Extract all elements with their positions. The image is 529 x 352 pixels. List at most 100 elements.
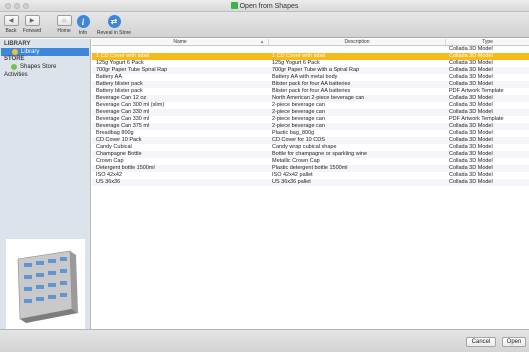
open-button[interactable]: Open (502, 337, 526, 347)
column-header-type[interactable]: Type (445, 39, 529, 45)
row-name-cell: Battery AA (96, 74, 122, 80)
row-type-cell: Collada 3D Model (449, 179, 493, 185)
table-row[interactable]: 125g Yogurt 6 Pack 125g Yogurt 6 Pack Coll… (92, 60, 529, 67)
sidebar-item-library[interactable]: Library (1, 48, 89, 56)
row-type-cell: Collada 3D Model (449, 95, 493, 101)
home-button[interactable]: ⌂ Home (55, 15, 73, 34)
row-description-cell: North American 2-piece beverage can (272, 95, 365, 101)
row-name-cell: Beverage Can 375 ml (96, 123, 150, 129)
table-row[interactable]: Candy Cubical Candy wrap cubical shape Col… (92, 144, 529, 151)
back-button[interactable]: ◀ Back (3, 15, 19, 34)
cancel-button[interactable]: Cancel (466, 337, 496, 347)
row-name-cell: Crown Cap (96, 158, 124, 164)
row-type-cell: Collada 3D Model (449, 130, 493, 136)
info-button[interactable]: i Info (76, 15, 90, 36)
forward-button[interactable]: ▶ Forward (21, 15, 43, 34)
table-row[interactable]: 700gr Paper Tube Spiral Rap 700gr Paper T… (92, 67, 529, 74)
row-type-cell: Collada 3D Model (449, 144, 493, 150)
shapes-app-icon (230, 2, 238, 9)
row-description-cell: ISO 42x42 pallet (272, 172, 313, 178)
table-row[interactable]: Breadbag 800g Plastic bag_800g Collada 3D … (92, 130, 529, 137)
row-type-cell: Collada 3D Model (449, 165, 493, 171)
row-description-cell: US 36x36 pallet (272, 179, 311, 185)
store-section-header: STORE (4, 56, 25, 62)
row-name-cell: 125g Yogurt 6 Pack (96, 60, 144, 66)
table-row[interactable]: ISO 42x42 ISO 42x42 pallet Collada 3D Mode… (92, 172, 529, 179)
row-description-cell: Blister pack for four AA batteries (272, 88, 351, 94)
library-section-header: LIBRARY (4, 41, 31, 47)
row-name-cell: Beverage Can 12 oz (96, 95, 147, 101)
row-name-cell: US 36x36 (96, 179, 121, 185)
row-description-cell: Plastic bag_800g (272, 130, 315, 136)
row-description-cell (268, 46, 445, 53)
row-name-cell: Detergent bottle 1500ml (96, 165, 155, 171)
table-row[interactable]: Collada 3D Model (92, 46, 529, 53)
sidebar: LIBRARY Library STORE Shapes Store Activ… (0, 39, 91, 331)
table-row[interactable]: Beverage Can 330 ml 2-piece beverage can C… (92, 109, 529, 116)
row-description-cell: 2-piece beverage can (272, 102, 325, 108)
info-icon: i (76, 15, 90, 28)
row-name-cell: Beverage Can 330 ml (96, 116, 150, 122)
column-header-name[interactable]: Name ▲ (92, 39, 268, 45)
row-description-cell: Blister pack for four AA batteries (272, 81, 351, 87)
row-type-cell: Collada 3D Model (449, 53, 493, 59)
table-row[interactable]: Beverage Can 12 oz North American 2-piece… (92, 95, 529, 102)
row-type-cell: PDF Artwork Template (449, 116, 504, 122)
row-type-cell: Collada 3D Model (449, 109, 493, 115)
row-type-cell: Collada 3D Model (449, 137, 493, 143)
row-type-cell: PDF Artwork Template (449, 88, 504, 94)
row-name-cell: Beverage Can 300 ml (slim) (96, 102, 165, 108)
table-row[interactable]: Battery AA Battery AA with metal body Coll… (92, 74, 529, 81)
sidebar-item-activities[interactable]: Activities (0, 71, 90, 79)
table-row[interactable]: Detergent bottle 1500ml Plastic detergent… (92, 165, 529, 172)
table-row[interactable]: Beverage Can 330 ml 2-piece beverage can P… (92, 116, 529, 123)
table-row[interactable]: Battery blister pack Blister pack for fou… (92, 81, 529, 88)
table-row[interactable]: Battery blister pack Blister pack for fou… (92, 88, 529, 95)
sidebar-item-shapes-store[interactable]: Shapes Store (0, 63, 90, 71)
row-description-cell: Battery AA with metal body (272, 74, 338, 80)
table-body: Collada 3D Model 1 CD Cover with label 1 C… (92, 46, 529, 186)
row-name-cell: Beverage Can 330 ml (96, 109, 150, 115)
row-name-cell: Breadbag 800g (96, 130, 134, 136)
sort-ascending-icon: ▲ (260, 39, 264, 44)
row-description-cell: Bottle for champagne or sparkling wine (272, 151, 368, 157)
row-description-cell: 700gr Paper Tube with a Spiral Rap (272, 67, 360, 73)
row-description-cell: 2-piece beverage can (272, 116, 325, 122)
forward-arrow-icon: ▶ (24, 15, 40, 26)
home-icon: ⌂ (56, 15, 72, 26)
row-description-cell: CD Cover for 10 CDS (272, 137, 325, 143)
table-row[interactable]: Beverage Can 375 ml 2-piece beverage can C… (92, 123, 529, 130)
reveal-in-store-button[interactable]: ⇄ Reveal in Store (94, 15, 134, 36)
bottom-bar: Cancel Open (0, 329, 529, 352)
table-row[interactable]: Beverage Can 300 ml (slim) 2-piece bevera… (92, 102, 529, 109)
sync-arrows-icon: ⇄ (107, 15, 121, 28)
table-row[interactable]: US 36x36 US 36x36 pallet Collada 3D Model (92, 179, 529, 186)
row-description-cell: Metallic Crown Cap (272, 158, 320, 164)
row-description-cell: Plastic detergent bottle 1500ml (272, 165, 348, 171)
row-type-cell: Collada 3D Model (449, 158, 493, 164)
row-type-cell: Collada 3D Model (449, 151, 493, 157)
row-name-cell: Battery blister pack (96, 88, 143, 94)
row-type-cell: Collada 3D Model (449, 60, 493, 66)
row-name-cell: 700gr Paper Tube Spiral Rap (96, 67, 168, 73)
row-type-cell: Collada 3D Model (449, 81, 493, 87)
row-description-cell: 1 CD Cover with label (272, 53, 326, 59)
row-description-cell: 2-piece beverage can (272, 123, 325, 129)
column-header-description[interactable]: Description (268, 39, 445, 45)
row-type-cell: Collada 3D Model (449, 67, 493, 73)
row-name-cell (92, 46, 268, 53)
table-row[interactable]: CD Cover 10 Pack CD Cover for 10 CDS Colla… (92, 137, 529, 144)
row-type-cell: Collada 3D Model (449, 46, 493, 52)
back-arrow-icon: ◀ (3, 15, 19, 26)
row-type-cell: Collada 3D Model (449, 123, 493, 129)
shapes-table: Name ▲ Description Type Collada 3D Model… (92, 39, 529, 329)
row-description-cell: 2-piece beverage can (272, 109, 325, 115)
row-type-cell: Collada 3D Model (449, 172, 493, 178)
table-row[interactable]: Crown Cap Metallic Crown Cap Collada 3D Mo… (92, 158, 529, 165)
row-name-cell: Champagne Bottle (96, 151, 142, 157)
table-row[interactable]: Champagne Bottle Bottle for champagne or … (92, 151, 529, 158)
table-row[interactable]: 1 CD Cover with label 1 CD Cover with lab… (92, 53, 529, 60)
row-description-cell: Candy wrap cubical shape (272, 144, 337, 150)
toolbar: ◀ Back ▶ Forward ⌂ Home i Info ⇄ Reveal … (0, 12, 529, 38)
window-title: Open from Shapes (0, 2, 529, 10)
